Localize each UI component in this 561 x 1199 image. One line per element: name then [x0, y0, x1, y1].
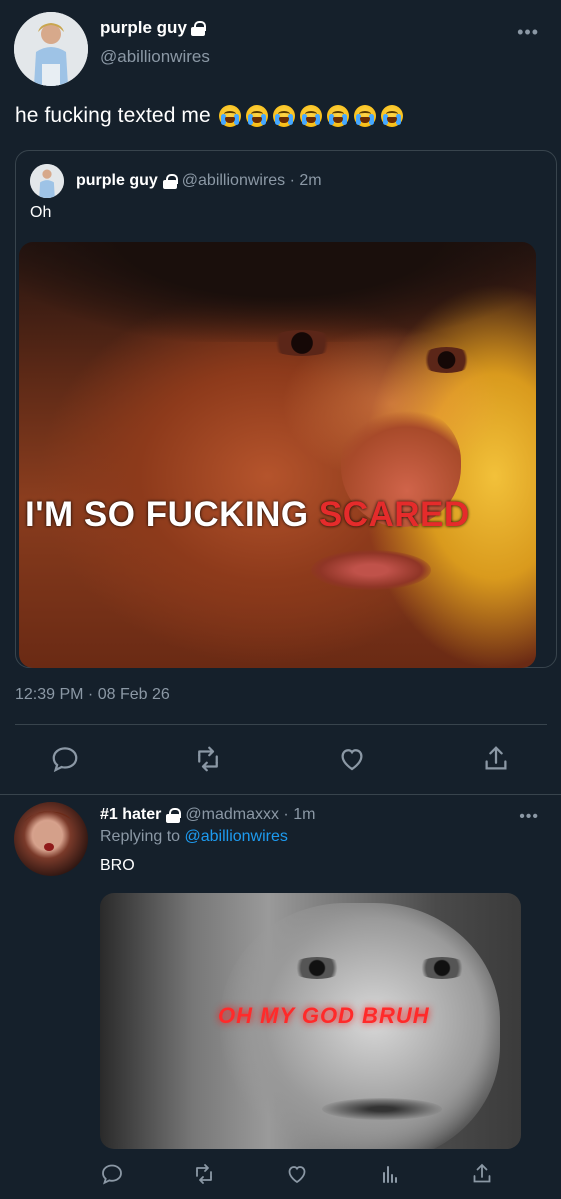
loudly-crying-face-icon	[326, 105, 349, 127]
emoji-row	[218, 105, 403, 127]
loudly-crying-face-icon	[380, 105, 403, 127]
loudly-crying-face-icon	[272, 105, 295, 127]
quoted-header: purple guy @abillionwires · 2m	[76, 172, 322, 190]
lock-icon	[166, 807, 182, 823]
lock-icon	[162, 173, 178, 189]
reply-icon[interactable]	[100, 1162, 124, 1186]
loudly-crying-face-icon	[353, 105, 376, 127]
display-name[interactable]: purple guy	[100, 18, 206, 38]
main-tweet: purple guy @abillionwires ••• he fucking…	[0, 0, 561, 795]
share-icon[interactable]	[470, 1162, 494, 1186]
reply-display-name[interactable]: #1 hater	[100, 806, 161, 824]
face-eye	[415, 957, 469, 979]
tweet-text: he fucking texted me	[15, 104, 403, 128]
quoted-media[interactable]: I'M SO FUCKING SCARED	[19, 242, 536, 668]
tweet-text-content: he fucking texted me	[15, 104, 211, 127]
like-icon[interactable]	[337, 744, 367, 774]
face-eye	[267, 330, 337, 356]
share-icon[interactable]	[481, 744, 511, 774]
quoted-display-name[interactable]: purple guy	[76, 172, 158, 190]
face-eye	[290, 957, 344, 979]
quoted-avatar[interactable]	[30, 164, 64, 198]
reply-icon[interactable]	[50, 744, 80, 774]
more-options-icon[interactable]: •••	[519, 808, 539, 826]
media-caption: I'M SO FUCKING SCARED	[25, 495, 470, 534]
reply-avatar[interactable]	[14, 802, 88, 876]
retweet-icon[interactable]	[192, 1162, 216, 1186]
face-lips	[311, 550, 431, 590]
reply-media[interactable]: OH MY GOD BRUH	[100, 893, 521, 1149]
avatar[interactable]	[14, 12, 88, 86]
loudly-crying-face-icon	[218, 105, 241, 127]
reply-handle-time: @madmaxxx · 1m	[185, 806, 316, 823]
tweet-actions	[0, 738, 561, 784]
retweet-icon[interactable]	[193, 744, 223, 774]
analytics-icon[interactable]	[378, 1162, 402, 1186]
reply-actions	[0, 1156, 561, 1196]
quoted-handle-time: @abillionwires · 2m	[181, 172, 322, 189]
reply-header: #1 hater @madmaxxx · 1m	[100, 806, 315, 824]
lock-icon	[190, 20, 206, 36]
media-caption: OH MY GOD BRUH	[218, 1003, 430, 1028]
quoted-tweet[interactable]: purple guy @abillionwires · 2m Oh I'M SO…	[15, 150, 557, 668]
loudly-crying-face-icon	[299, 105, 322, 127]
replying-to-handle[interactable]: @abillionwires	[185, 828, 288, 845]
timestamp[interactable]: 12:39 PM · 08 Feb 26	[15, 686, 170, 704]
divider	[15, 724, 547, 725]
handle[interactable]: @abillionwires	[100, 47, 210, 67]
like-icon[interactable]	[285, 1162, 309, 1186]
reply-text: BRO	[100, 857, 135, 874]
reply-tweet[interactable]: #1 hater @madmaxxx · 1m ••• Replying to …	[0, 796, 561, 1199]
more-options-icon[interactable]: •••	[517, 22, 539, 43]
quoted-text: Oh	[30, 204, 52, 221]
face-eye	[419, 347, 474, 373]
face-mouth	[322, 1098, 442, 1120]
loudly-crying-face-icon	[245, 105, 268, 127]
replying-to: Replying to @abillionwires	[100, 828, 288, 845]
